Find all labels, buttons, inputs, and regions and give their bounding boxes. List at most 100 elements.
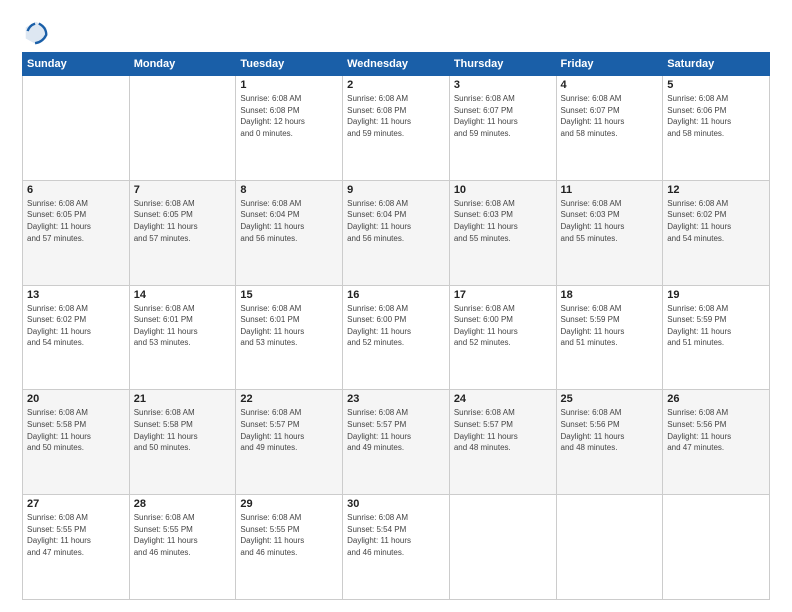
calendar-cell: 7 Sunrise: 6:08 AM Sunset: 6:05 PM Daylig… xyxy=(129,180,236,285)
day-number: 23 xyxy=(347,393,445,405)
col-header-tuesday: Tuesday xyxy=(236,53,343,76)
day-info: Sunrise: 6:08 AM Sunset: 5:54 PM Dayligh… xyxy=(347,512,445,558)
calendar-cell: 22 Sunrise: 6:08 AM Sunset: 5:57 PM Dayli… xyxy=(236,390,343,495)
day-number: 5 xyxy=(667,79,765,91)
calendar-cell xyxy=(23,76,130,181)
day-number: 25 xyxy=(561,393,659,405)
calendar-cell xyxy=(556,495,663,600)
day-info: Sunrise: 6:08 AM Sunset: 6:05 PM Dayligh… xyxy=(134,198,232,244)
calendar-cell: 14 Sunrise: 6:08 AM Sunset: 6:01 PM Dayli… xyxy=(129,285,236,390)
day-number: 16 xyxy=(347,289,445,301)
calendar-cell: 18 Sunrise: 6:08 AM Sunset: 5:59 PM Dayli… xyxy=(556,285,663,390)
day-info: Sunrise: 6:08 AM Sunset: 5:56 PM Dayligh… xyxy=(561,407,659,453)
day-number: 2 xyxy=(347,79,445,91)
day-info: Sunrise: 6:08 AM Sunset: 6:01 PM Dayligh… xyxy=(134,303,232,349)
calendar-cell: 25 Sunrise: 6:08 AM Sunset: 5:56 PM Dayli… xyxy=(556,390,663,495)
calendar-cell xyxy=(663,495,770,600)
calendar-cell: 20 Sunrise: 6:08 AM Sunset: 5:58 PM Dayli… xyxy=(23,390,130,495)
day-number: 8 xyxy=(240,184,338,196)
day-info: Sunrise: 6:08 AM Sunset: 6:07 PM Dayligh… xyxy=(454,93,552,139)
day-number: 10 xyxy=(454,184,552,196)
day-info: Sunrise: 6:08 AM Sunset: 5:55 PM Dayligh… xyxy=(240,512,338,558)
logo xyxy=(22,18,54,46)
day-number: 11 xyxy=(561,184,659,196)
day-info: Sunrise: 6:08 AM Sunset: 6:03 PM Dayligh… xyxy=(561,198,659,244)
day-info: Sunrise: 6:08 AM Sunset: 6:01 PM Dayligh… xyxy=(240,303,338,349)
col-header-wednesday: Wednesday xyxy=(343,53,450,76)
calendar-cell: 9 Sunrise: 6:08 AM Sunset: 6:04 PM Daylig… xyxy=(343,180,450,285)
calendar-cell: 10 Sunrise: 6:08 AM Sunset: 6:03 PM Dayli… xyxy=(449,180,556,285)
calendar-table: SundayMondayTuesdayWednesdayThursdayFrid… xyxy=(22,52,770,600)
day-number: 26 xyxy=(667,393,765,405)
week-row-5: 27Sunrise: 6:08 AM Sunset: 5:55 PM Dayli… xyxy=(23,495,770,600)
calendar-cell: 16 Sunrise: 6:08 AM Sunset: 6:00 PM Dayli… xyxy=(343,285,450,390)
page: SundayMondayTuesdayWednesdayThursdayFrid… xyxy=(0,0,792,612)
day-info: Sunrise: 6:08 AM Sunset: 6:04 PM Dayligh… xyxy=(240,198,338,244)
day-info: Sunrise: 6:08 AM Sunset: 6:02 PM Dayligh… xyxy=(27,303,125,349)
col-header-monday: Monday xyxy=(129,53,236,76)
header-row: SundayMondayTuesdayWednesdayThursdayFrid… xyxy=(23,53,770,76)
col-header-sunday: Sunday xyxy=(23,53,130,76)
calendar-cell: 12 Sunrise: 6:08 AM Sunset: 6:02 PM Dayli… xyxy=(663,180,770,285)
calendar-cell: 30 Sunrise: 6:08 AM Sunset: 5:54 PM Dayli… xyxy=(343,495,450,600)
col-header-friday: Friday xyxy=(556,53,663,76)
calendar-cell: 29 Sunrise: 6:08 AM Sunset: 5:55 PM Dayli… xyxy=(236,495,343,600)
day-info: Sunrise: 6:08 AM Sunset: 5:59 PM Dayligh… xyxy=(667,303,765,349)
day-number: 15 xyxy=(240,289,338,301)
calendar-cell: 26Sunrise: 6:08 AM Sunset: 5:56 PM Dayli… xyxy=(663,390,770,495)
calendar-cell: 11 Sunrise: 6:08 AM Sunset: 6:03 PM Dayli… xyxy=(556,180,663,285)
day-info: Sunrise: 6:08 AM Sunset: 6:00 PM Dayligh… xyxy=(347,303,445,349)
header xyxy=(22,18,770,46)
calendar-cell: 2 Sunrise: 6:08 AM Sunset: 6:08 PM Daylig… xyxy=(343,76,450,181)
calendar-cell: 1Sunrise: 6:08 AM Sunset: 6:08 PM Daylig… xyxy=(236,76,343,181)
day-number: 3 xyxy=(454,79,552,91)
day-number: 21 xyxy=(134,393,232,405)
calendar-cell: 4 Sunrise: 6:08 AM Sunset: 6:07 PM Daylig… xyxy=(556,76,663,181)
day-info: Sunrise: 6:08 AM Sunset: 5:57 PM Dayligh… xyxy=(240,407,338,453)
day-info: Sunrise: 6:08 AM Sunset: 5:58 PM Dayligh… xyxy=(27,407,125,453)
day-number: 4 xyxy=(561,79,659,91)
day-info: Sunrise: 6:08 AM Sunset: 6:00 PM Dayligh… xyxy=(454,303,552,349)
day-info: Sunrise: 6:08 AM Sunset: 6:03 PM Dayligh… xyxy=(454,198,552,244)
calendar-cell: 19 Sunrise: 6:08 AM Sunset: 5:59 PM Dayli… xyxy=(663,285,770,390)
calendar-cell: 28Sunrise: 6:08 AM Sunset: 5:55 PM Dayli… xyxy=(129,495,236,600)
day-number: 22 xyxy=(240,393,338,405)
week-row-1: 1 Sunrise: 6:08 AM Sunset: 6:08 PM Daylig… xyxy=(23,76,770,181)
day-info: Sunrise: 6:08 AM Sunset: 5:55 PM Dayligh… xyxy=(27,512,125,558)
week-row-4: 20 Sunrise: 6:08 AM Sunset: 5:58 PM Dayli… xyxy=(23,390,770,495)
day-info: Sunrise: 6:08 AM Sunset: 5:58 PM Dayligh… xyxy=(134,407,232,453)
day-number: 18 xyxy=(561,289,659,301)
day-number: 9 xyxy=(347,184,445,196)
day-number: 12 xyxy=(667,184,765,196)
calendar-cell xyxy=(129,76,236,181)
day-number: 1 xyxy=(240,79,338,91)
day-info: Sunrise: 6:08 AM Sunset: 6:04 PM Dayligh… xyxy=(347,198,445,244)
calendar-cell: 6Sunrise: 6:08 AM Sunset: 6:05 PM Daylig… xyxy=(23,180,130,285)
calendar-cell: 24 Sunrise: 6:08 AM Sunset: 5:57 PM Dayli… xyxy=(449,390,556,495)
calendar-cell: 27Sunrise: 6:08 AM Sunset: 5:55 PM Dayli… xyxy=(23,495,130,600)
day-number: 30 xyxy=(347,498,445,510)
calendar-cell: 8 Sunrise: 6:08 AM Sunset: 6:04 PM Daylig… xyxy=(236,180,343,285)
calendar-cell xyxy=(449,495,556,600)
calendar-cell: 15 Sunrise: 6:08 AM Sunset: 6:01 PM Dayli… xyxy=(236,285,343,390)
week-row-2: 6Sunrise: 6:08 AM Sunset: 6:05 PM Daylig… xyxy=(23,180,770,285)
calendar-cell: 17 Sunrise: 6:08 AM Sunset: 6:00 PM Dayli… xyxy=(449,285,556,390)
day-number: 20 xyxy=(27,393,125,405)
day-number: 19 xyxy=(667,289,765,301)
day-number: 29 xyxy=(240,498,338,510)
day-number: 17 xyxy=(454,289,552,301)
day-info: Sunrise: 6:08 AM Sunset: 5:57 PM Dayligh… xyxy=(454,407,552,453)
day-info: Sunrise: 6:08 AM Sunset: 5:59 PM Dayligh… xyxy=(561,303,659,349)
day-number: 13 xyxy=(27,289,125,301)
calendar-cell: 13 Sunrise: 6:08 AM Sunset: 6:02 PM Dayli… xyxy=(23,285,130,390)
day-number: 14 xyxy=(134,289,232,301)
calendar-cell: 3 Sunrise: 6:08 AM Sunset: 6:07 PM Daylig… xyxy=(449,76,556,181)
day-info: Sunrise: 6:08 AM Sunset: 6:08 PM Dayligh… xyxy=(347,93,445,139)
day-info: Sunrise: 6:08 AM Sunset: 5:55 PM Dayligh… xyxy=(134,512,232,558)
day-info: Sunrise: 6:08 AM Sunset: 6:07 PM Dayligh… xyxy=(561,93,659,139)
day-info: Sunrise: 6:08 AM Sunset: 6:06 PM Dayligh… xyxy=(667,93,765,139)
day-number: 24 xyxy=(454,393,552,405)
col-header-saturday: Saturday xyxy=(663,53,770,76)
day-number: 7 xyxy=(134,184,232,196)
day-info: Sunrise: 6:08 AM Sunset: 6:02 PM Dayligh… xyxy=(667,198,765,244)
